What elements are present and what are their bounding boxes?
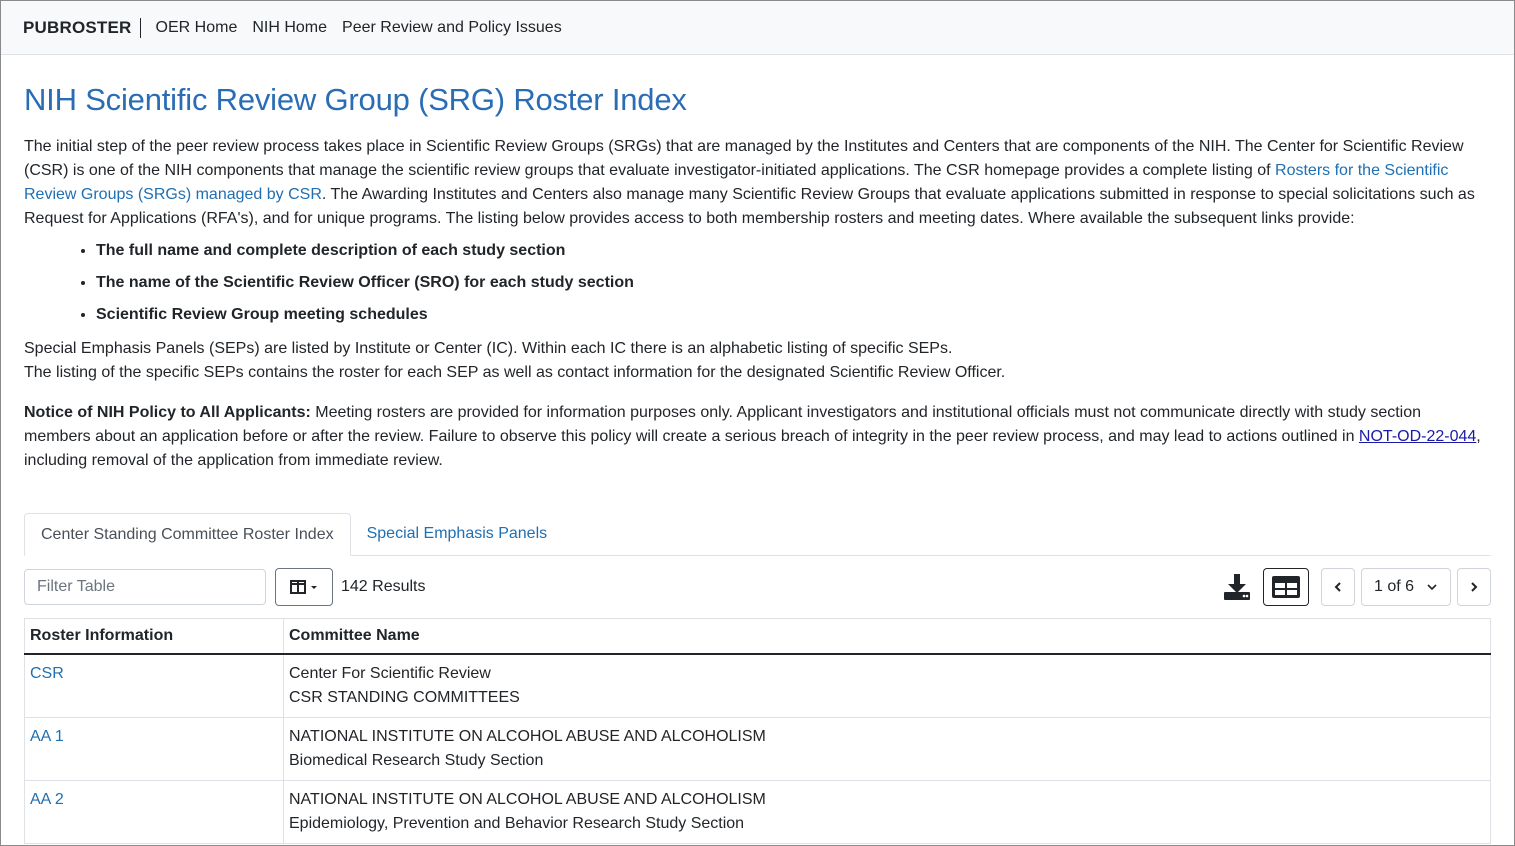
committee-section: Biomedical Research Study Section <box>289 752 544 769</box>
intro-paragraph: The initial step of the peer review proc… <box>24 135 1491 231</box>
features-list: The full name and complete description o… <box>24 239 1491 327</box>
previous-page-button[interactable] <box>1321 568 1355 606</box>
tab-bar: Center Standing Committee Roster Index S… <box>24 513 1491 556</box>
roster-code-cell: AA 1 <box>24 717 284 781</box>
grid-view-icon <box>1272 576 1300 598</box>
list-item: The full name and complete description o… <box>96 239 1491 263</box>
roster-code-cell: AA 2 <box>24 780 284 844</box>
sep-paragraph: Special Emphasis Panels (SEPs) are liste… <box>24 337 1491 385</box>
results-count: 142 Results <box>341 578 426 595</box>
list-item: The name of the Scientific Review Office… <box>96 271 1491 295</box>
nav-link-peer-review[interactable]: Peer Review and Policy Issues <box>342 19 562 37</box>
chevron-down-icon <box>1427 584 1437 591</box>
page-select[interactable]: 1 of 6 <box>1361 568 1451 606</box>
table-toolbar: 142 Results 1 <box>24 568 1491 606</box>
roster-link[interactable]: AA 1 <box>30 728 64 745</box>
committee-institute: NATIONAL INSTITUTE ON ALCOHOL ABUSE AND … <box>289 728 766 745</box>
column-toggle-button[interactable] <box>275 568 333 606</box>
nav-link-oer-home[interactable]: OER Home <box>156 19 238 37</box>
page-title: NIH Scientific Review Group (SRG) Roster… <box>24 82 687 117</box>
committee-name-cell: NATIONAL INSTITUTE ON ALCOHOL ABUSE AND … <box>283 717 1491 781</box>
committee-institute: Center For Scientific Review <box>289 665 491 682</box>
tab-center-standing-committee[interactable]: Center Standing Committee Roster Index <box>24 513 351 556</box>
committee-section: CSR STANDING COMMITTEES <box>289 689 520 706</box>
tab-special-emphasis-panels[interactable]: Special Emphasis Panels <box>351 513 564 555</box>
committee-name-cell: Center For Scientific Review CSR STANDING… <box>283 653 1491 718</box>
table-row: CSR Center For Scientific Review CSR STAN… <box>24 653 1491 718</box>
download-button[interactable] <box>1221 571 1253 603</box>
list-item: Scientific Review Group meeting schedule… <box>96 303 1491 327</box>
download-icon <box>1224 574 1250 600</box>
columns-icon <box>290 580 317 594</box>
chevron-right-icon <box>1471 582 1478 592</box>
roster-link[interactable]: CSR <box>30 665 64 682</box>
not-od-22-044-link[interactable]: NOT-OD-22-044 <box>1359 428 1476 445</box>
roster-link[interactable]: AA 2 <box>30 791 64 808</box>
committee-section: Epidemiology, Prevention and Behavior Re… <box>289 815 745 832</box>
notice-paragraph: Notice of NIH Policy to All Applicants: … <box>24 401 1491 473</box>
nav-link-nih-home[interactable]: NIH Home <box>252 19 327 37</box>
notice-label: Notice of NIH Policy to All Applicants: <box>24 404 311 421</box>
top-navbar: PUBROSTER OER Home NIH Home Peer Review … <box>1 1 1514 55</box>
sep-line-2: The listing of the specific SEPs contain… <box>24 364 1006 381</box>
next-page-button[interactable] <box>1457 568 1491 606</box>
roster-table: Roster Information Committee Name CSR Ce… <box>24 618 1491 844</box>
table-row: AA 2 NATIONAL INSTITUTE ON ALCOHOL ABUSE… <box>24 780 1491 844</box>
main-content: NIH Scientific Review Group (SRG) Roster… <box>1 81 1514 844</box>
column-header-committee-name[interactable]: Committee Name <box>283 618 1491 655</box>
sep-line-1: Special Emphasis Panels (SEPs) are liste… <box>24 340 953 357</box>
table-header-row: Roster Information Committee Name <box>24 618 1491 655</box>
page-select-value: 1 of 6 <box>1374 578 1415 595</box>
grid-view-button[interactable] <box>1263 568 1309 606</box>
intro-text-1: The initial step of the peer review proc… <box>24 138 1464 179</box>
column-header-roster-information[interactable]: Roster Information <box>24 618 284 655</box>
roster-code-cell: CSR <box>24 653 284 718</box>
chevron-left-icon <box>1334 582 1341 592</box>
committee-institute: NATIONAL INSTITUTE ON ALCOHOL ABUSE AND … <box>289 791 766 808</box>
table-row: AA 1 NATIONAL INSTITUTE ON ALCOHOL ABUSE… <box>24 717 1491 781</box>
brand-logo-text[interactable]: PUBROSTER <box>23 17 141 38</box>
filter-table-input[interactable] <box>24 569 266 605</box>
committee-name-cell: NATIONAL INSTITUTE ON ALCOHOL ABUSE AND … <box>283 780 1491 844</box>
